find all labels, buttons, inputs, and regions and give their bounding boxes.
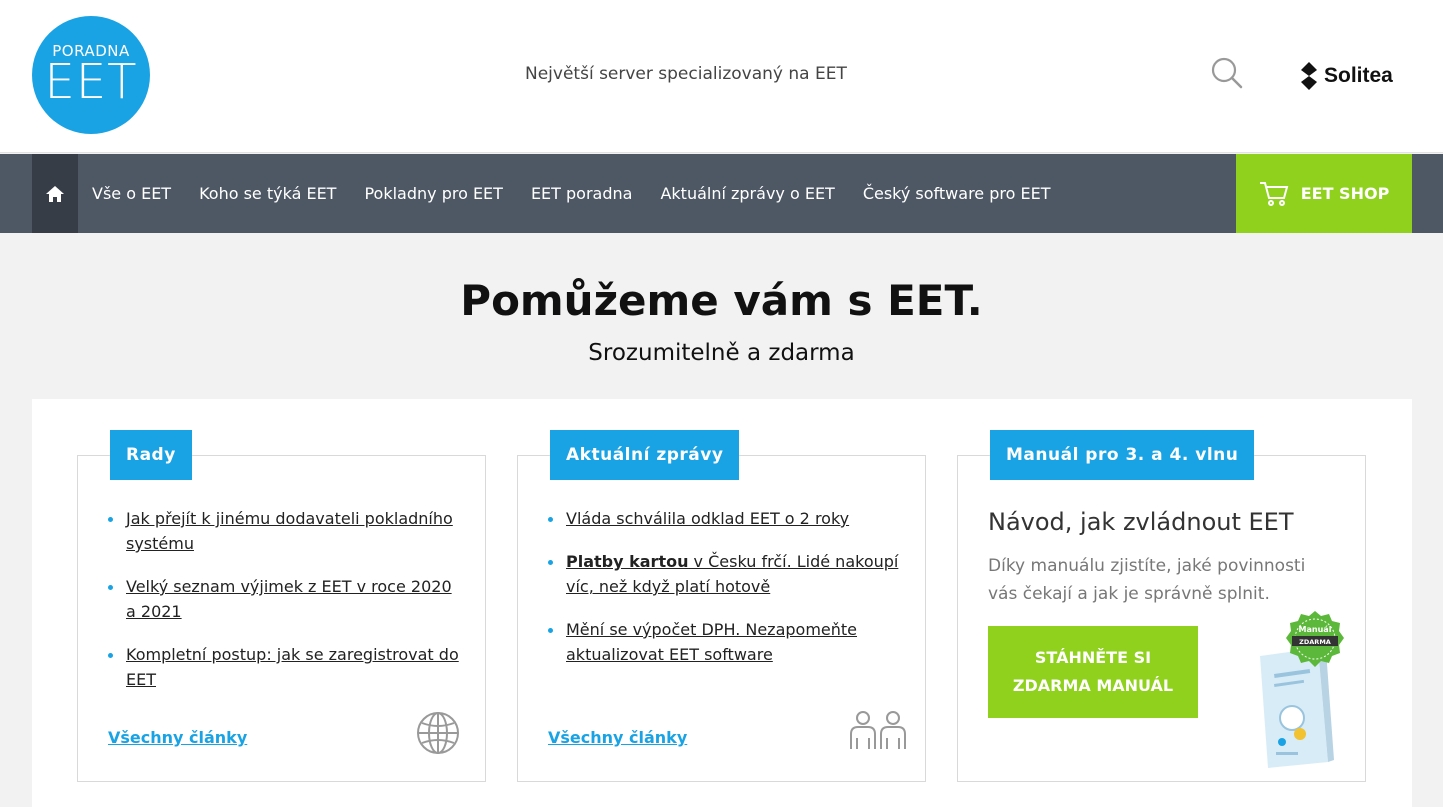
rady-link-1[interactable]: Jak přejít k jinému dodavateli pokladníh…: [126, 509, 453, 553]
nav-item-aktualni-zpravy[interactable]: Aktuální zprávy o EET: [646, 184, 848, 203]
rady-list: Jak přejít k jinému dodavateli pokladníh…: [108, 506, 461, 710]
list-item: Kompletní postup: jak se zaregistrovat d…: [108, 642, 461, 692]
home-icon: [46, 185, 64, 202]
manual-description: Díky manuálu zjistíte, jaké povinnosti v…: [988, 556, 1306, 604]
manual-title: Návod, jak zvládnout EET: [988, 508, 1294, 536]
hero-title: Pomůžeme vám s EET.: [460, 276, 983, 325]
brand-name: Solitea: [1324, 64, 1393, 87]
logo-big-text: EET: [44, 54, 138, 110]
rady-link-2[interactable]: Velký seznam výjimek z EET v roce 2020 a…: [126, 577, 452, 621]
list-item: Platby kartou v Česku frčí. Lidé nakoupí…: [548, 549, 901, 599]
card-manual: Manuál pro 3. a 4. vlnu Návod, jak zvlád…: [957, 430, 1366, 782]
search-icon[interactable]: [1210, 56, 1244, 90]
download-button-line2: ZDARMA MANUÁL: [1012, 676, 1174, 695]
nav-item-koho-se-tyka[interactable]: Koho se týká EET: [185, 184, 350, 203]
globe-icon: [417, 712, 459, 754]
list-item: Jak přejít k jinému dodavateli pokladníh…: [108, 506, 461, 556]
badge-free: ZDARMA: [1299, 638, 1331, 646]
nav-item-vse-o-eet[interactable]: Vše o EET: [78, 184, 185, 203]
nav-home-button[interactable]: [32, 154, 78, 233]
rady-link-3[interactable]: Kompletní postup: jak se zaregistrovat d…: [126, 645, 459, 689]
badge-title: Manuál: [1299, 625, 1332, 634]
zpravy-link-2[interactable]: Platby kartou v Česku frčí. Lidé nakoupí…: [566, 552, 898, 596]
solitea-mark-icon: [1301, 62, 1317, 90]
card-rady-tag: Rady: [110, 430, 192, 480]
zpravy-all-articles-link[interactable]: Všechny články: [548, 728, 687, 747]
free-badge-icon: Manuál ZDARMA: [1286, 611, 1344, 667]
solitea-logo[interactable]: Solitea: [1300, 60, 1393, 92]
nav-item-poradna[interactable]: EET poradna: [517, 184, 647, 203]
nav-item-pokladny[interactable]: Pokladny pro EET: [350, 184, 516, 203]
tagline: Největší server specializovaný na EET: [525, 64, 847, 84]
hero-subtitle: Srozumitelně a zdarma: [588, 340, 855, 366]
content-panel: Rady Jak přejít k jinému dodavateli pokl…: [32, 399, 1412, 807]
card-manual-tag: Manuál pro 3. a 4. vlnu: [990, 430, 1255, 480]
card-rady: Rady Jak přejít k jinému dodavateli pokl…: [77, 430, 486, 782]
list-item: Velký seznam výjimek z EET v roce 2020 a…: [108, 574, 461, 624]
rady-all-articles-link[interactable]: Všechny články: [108, 728, 247, 747]
card-zpravy-tag: Aktuální zprávy: [550, 430, 740, 480]
eet-shop-button[interactable]: EET SHOP: [1236, 154, 1412, 233]
site-logo[interactable]: PORADNA EET: [32, 16, 150, 134]
download-manual-button[interactable]: STÁHNĚTE SI ZDARMA MANUÁL: [988, 626, 1198, 718]
card-aktualni-zpravy: Aktuální zprávy Vláda schválila odklad E…: [517, 430, 926, 782]
people-icon: [850, 711, 906, 749]
list-item: Mění se výpočet DPH. Nezapomeňte aktuali…: [548, 617, 901, 667]
main-nav: Vše o EET Koho se týká EET Pokladny pro …: [0, 154, 1443, 233]
shop-label: EET SHOP: [1300, 184, 1390, 203]
site-header: PORADNA EET Největší server specializova…: [0, 0, 1443, 153]
download-button-line1: STÁHNĚTE SI: [1034, 648, 1152, 667]
cart-icon: [1259, 181, 1289, 206]
zpravy-link-3[interactable]: Mění se výpočet DPH. Nezapomeňte aktuali…: [566, 620, 857, 664]
zpravy-link-2-bold: Platby kartou: [566, 552, 689, 571]
nav-item-cesky-software[interactable]: Český software pro EET: [849, 184, 1065, 203]
manual-book-image: Manuál ZDARMA: [1254, 611, 1354, 769]
zpravy-link-1[interactable]: Vláda schválila odklad EET o 2 roky: [566, 509, 849, 528]
list-item: Vláda schválila odklad EET o 2 roky: [548, 506, 901, 531]
zpravy-list: Vláda schválila odklad EET o 2 roky Plat…: [548, 506, 901, 685]
